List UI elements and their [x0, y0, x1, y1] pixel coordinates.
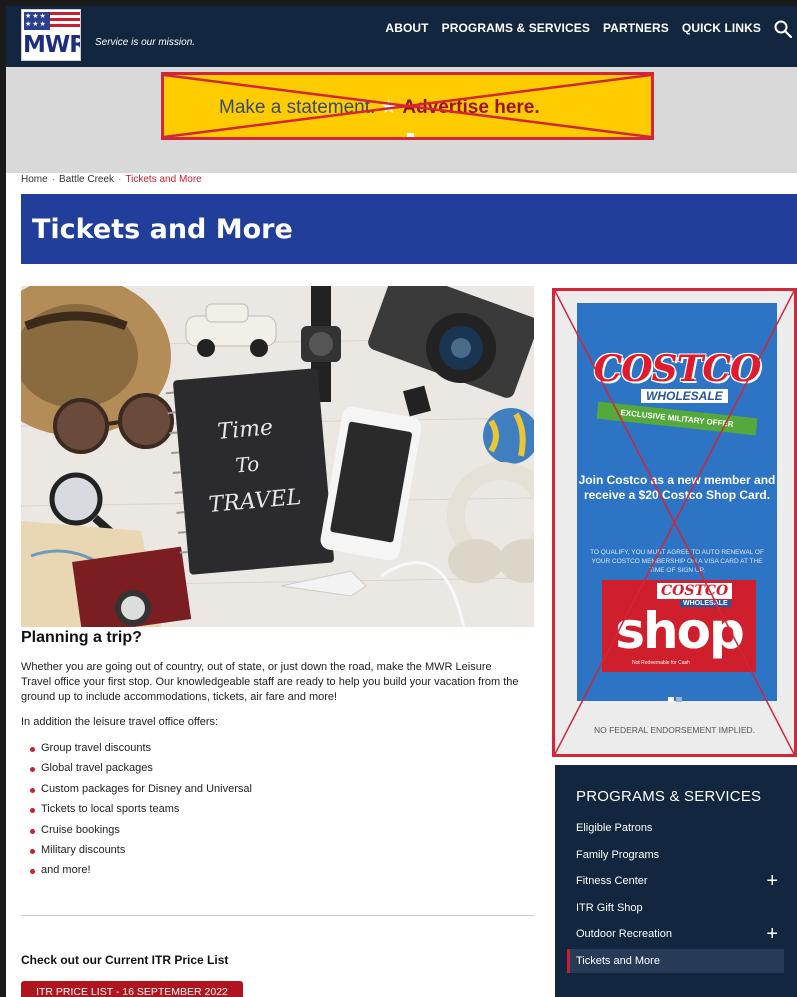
top-nav: ABOUT PROGRAMS & SERVICES PARTNERS QUICK… — [385, 21, 761, 35]
breadcrumb-current: Tickets and More — [125, 174, 202, 185]
tagline: Service is our mission. — [95, 37, 196, 48]
notebook-text-time: Time — [216, 415, 274, 445]
site-header: ★★★ ★★★ MWR Service is our mission. ABOUT… — [6, 6, 797, 67]
plus-icon[interactable]: + — [766, 922, 778, 946]
breadcrumb-battle-creek[interactable]: Battle Creek — [59, 174, 114, 185]
intro-paragraph: Whether you are going out of country, ou… — [21, 661, 519, 703]
program-item-tickets-and-more[interactable]: Tickets and More — [567, 948, 784, 973]
page-title-bar: Tickets and More — [21, 194, 797, 264]
itr-price-list-button[interactable]: ITR PRICE LIST - 16 SEPTEMBER 2022 — [21, 981, 243, 997]
program-item-itr-gift-shop[interactable]: ITR Gift Shop — [567, 896, 784, 923]
program-item-family-programs[interactable]: Family Programs — [567, 843, 784, 870]
list-item: Custom packages for Disney and Universal — [21, 783, 252, 803]
nav-quick-links[interactable]: QUICK LINKS — [682, 21, 761, 35]
travel-flatlay-illustration: Time To TRAVEL — [21, 286, 534, 627]
program-item-fitness-center[interactable]: Fitness Center + — [567, 869, 784, 896]
search-icon[interactable] — [774, 20, 792, 38]
list-item: and more! — [21, 864, 252, 884]
page-title: Tickets and More — [32, 214, 293, 245]
mwr-logo[interactable]: ★★★ ★★★ MWR — [21, 9, 81, 61]
program-item-outdoor-recreation[interactable]: Outdoor Recreation + — [567, 922, 784, 949]
programs-services-panel: PROGRAMS & SERVICES Eligible Patrons Fam… — [555, 765, 797, 997]
plus-icon[interactable]: + — [766, 869, 778, 893]
ad-cross-overlay — [555, 291, 794, 754]
logo-text: MWR — [23, 32, 81, 58]
ad-cross-overlay — [164, 75, 651, 137]
hero-image: Time To TRAVEL — [21, 286, 534, 627]
list-item: Military discounts — [21, 844, 252, 864]
section-heading: Planning a trip? — [21, 629, 142, 646]
sidebar-ad[interactable]: COSTCO WHOLESALE EXCLUSIVE MILITARY OFFE… — [552, 288, 797, 757]
breadcrumb-home[interactable]: Home — [21, 174, 48, 185]
nav-partners[interactable]: PARTNERS — [603, 21, 669, 35]
banner-ad[interactable]: Make a statement.★Advertise here. — [161, 72, 654, 140]
nav-about[interactable]: ABOUT — [385, 21, 428, 35]
notebook-text-to: To — [234, 451, 260, 477]
list-item: Group travel discounts — [21, 742, 252, 762]
carousel-dot[interactable] — [407, 133, 414, 137]
flag-stars-icon: ★★★ ★★★ — [25, 13, 47, 28]
price-list-heading: Check out our Current ITR Price List — [21, 953, 229, 967]
list-item: Tickets to local sports teams — [21, 803, 252, 823]
breadcrumb: Home · Battle Creek · Tickets and More — [21, 174, 202, 185]
flag-stripes — [50, 12, 80, 30]
nav-programs-services[interactable]: PROGRAMS & SERVICES — [442, 21, 590, 35]
offers-list: Group travel discounts Global travel pac… — [21, 742, 252, 885]
programs-list: Eligible Patrons Family Programs Fitness… — [567, 816, 784, 973]
list-item: Global travel packages — [21, 762, 252, 782]
banner-ad-area: Make a statement.★Advertise here. — [6, 67, 797, 173]
list-item: Cruise bookings — [21, 824, 252, 844]
program-item-eligible-patrons[interactable]: Eligible Patrons — [567, 816, 784, 843]
content-divider — [21, 915, 534, 916]
page-frame: ★★★ ★★★ MWR Service is our mission. ABOUT… — [6, 6, 797, 997]
offers-intro: In addition the leisure travel office of… — [21, 716, 219, 728]
programs-panel-title: PROGRAMS & SERVICES — [576, 788, 762, 805]
